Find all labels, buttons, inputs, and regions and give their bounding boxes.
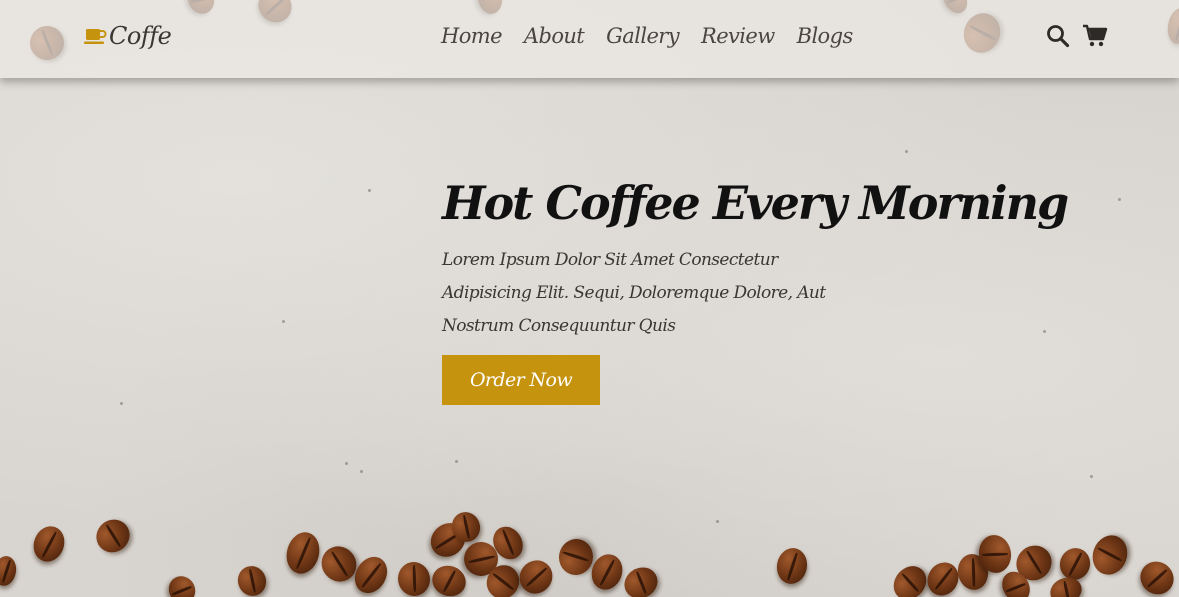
brand-name: Coffe xyxy=(109,22,172,50)
header-actions xyxy=(1046,24,1108,48)
coffee-cup-icon xyxy=(84,29,107,44)
nav-gallery[interactable]: Gallery xyxy=(606,24,679,48)
nav-review[interactable]: Review xyxy=(701,24,775,48)
hero-section: Hot Coffee Every Morning Lorem Ipsum Dol… xyxy=(442,168,1069,405)
brand-logo[interactable]: Coffe xyxy=(83,22,172,50)
site-header: Coffe Home About Gallery Review Blogs xyxy=(0,0,1179,78)
search-icon[interactable] xyxy=(1046,24,1070,48)
order-now-button[interactable]: Order Now xyxy=(442,355,600,405)
nav-home[interactable]: Home xyxy=(441,24,503,48)
main-nav: Home About Gallery Review Blogs xyxy=(441,24,853,48)
hero-title: Hot Coffee Every Morning xyxy=(442,176,1069,230)
nav-about[interactable]: About xyxy=(524,24,585,48)
nav-blogs[interactable]: Blogs xyxy=(797,24,854,48)
cart-icon[interactable] xyxy=(1082,24,1108,48)
hero-description: Lorem Ipsum Dolor Sit Amet Consectetur A… xyxy=(442,250,826,336)
